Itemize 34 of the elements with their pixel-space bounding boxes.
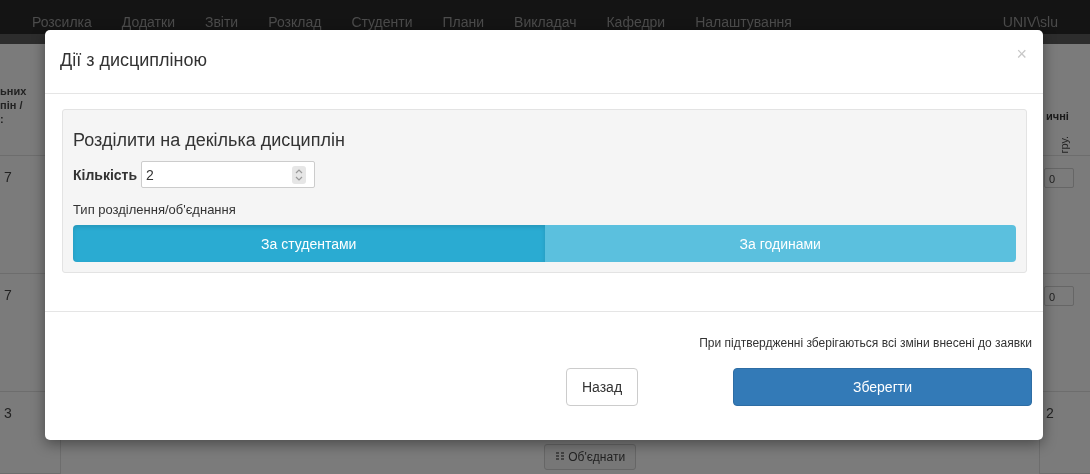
- toggle-option[interactable]: За студентами: [73, 225, 545, 262]
- nav-link[interactable]: Студенти: [351, 14, 413, 30]
- count-label: Кількість: [73, 166, 138, 183]
- nav-link[interactable]: Викладач: [514, 14, 577, 30]
- table-cell: 3: [4, 405, 12, 421]
- column-header: пін /: [0, 97, 23, 112]
- spinner-icon[interactable]: [292, 165, 307, 184]
- input-field[interactable]: 0: [1044, 168, 1074, 188]
- column-header: :: [0, 111, 4, 126]
- toggle-option[interactable]: За годинами: [544, 225, 1016, 262]
- table-cell: 7: [4, 287, 12, 303]
- nav-link[interactable]: Налаштування: [695, 14, 792, 30]
- user-link[interactable]: UNIV\slu: [1002, 0, 1058, 30]
- modal-title: Дії з дисципліною: [60, 50, 208, 71]
- input-field[interactable]: 0: [1044, 286, 1074, 306]
- nav-link[interactable]: Розклад: [268, 14, 322, 30]
- close-button[interactable]: ×: [1016, 44, 1027, 65]
- back-button[interactable]: Назад: [566, 368, 638, 406]
- column-header: гру.: [1058, 136, 1070, 154]
- nav-link[interactable]: Додатки: [121, 14, 175, 30]
- section-title: Розділити на декілька дисциплін: [73, 130, 346, 151]
- column-header: ьних: [0, 83, 27, 98]
- type-label: Тип розділення/об'єднання: [73, 202, 237, 217]
- nav-link[interactable]: Плани: [442, 14, 485, 30]
- table-cell: 2: [1046, 405, 1054, 421]
- count-field[interactable]: 2: [141, 161, 316, 188]
- column-header: ичні: [1046, 110, 1069, 122]
- table-cell: 7: [4, 169, 12, 185]
- nav-link[interactable]: Розсилка: [32, 14, 92, 30]
- nav-link[interactable]: Звіти: [204, 14, 239, 30]
- nav-link[interactable]: Кафедри: [606, 14, 666, 30]
- save-button[interactable]: Зберегти: [733, 368, 1032, 406]
- merge-button[interactable]: Об'єднати: [543, 444, 637, 470]
- save-note: При підтвердженні зберігаються всі зміни внесені до заявки: [699, 336, 1032, 350]
